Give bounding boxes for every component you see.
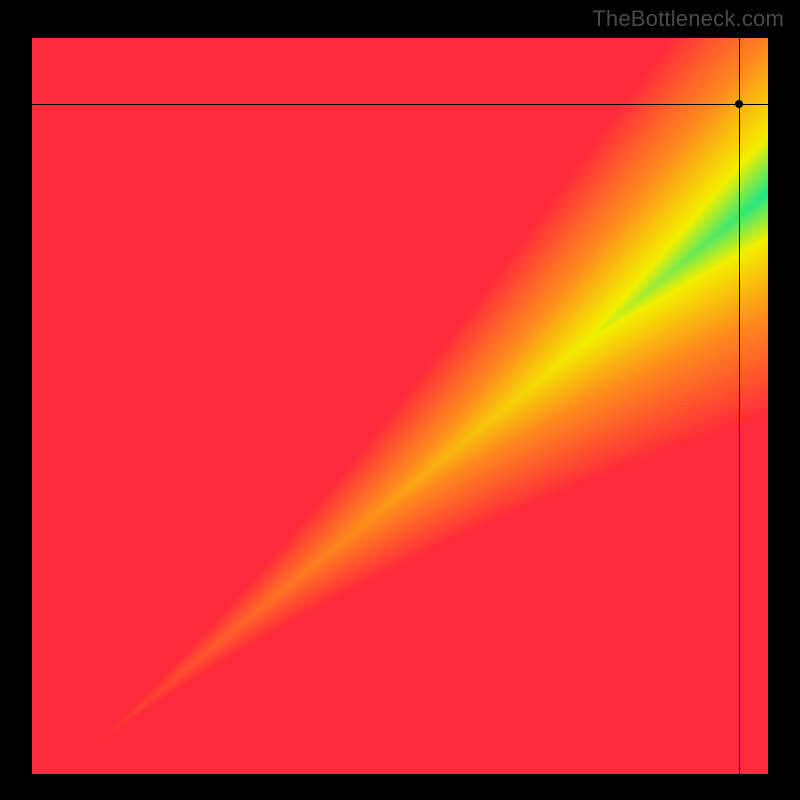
crosshair-vertical (739, 38, 740, 774)
chart-container: TheBottleneck.com (0, 0, 800, 800)
watermark-text: TheBottleneck.com (592, 6, 784, 32)
heatmap-plot (32, 38, 768, 774)
crosshair-horizontal (32, 104, 768, 105)
marker-dot (735, 100, 743, 108)
heatmap-canvas (32, 38, 768, 774)
